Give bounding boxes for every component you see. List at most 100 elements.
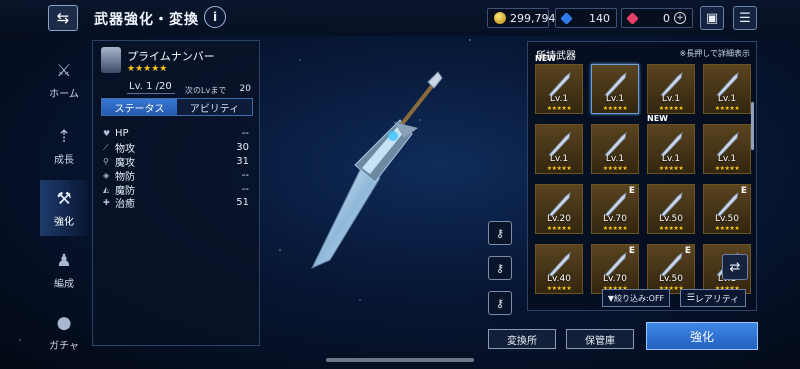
- weapon-level: Lv.1: [605, 154, 625, 164]
- crystal-value: 140: [589, 11, 610, 25]
- filter-button[interactable]: ▼ 絞り込み:OFF: [602, 289, 670, 307]
- lock-icon: ⚷: [495, 296, 505, 310]
- enhance-button[interactable]: 強化: [646, 322, 758, 350]
- nav-item-party[interactable]: ♟ 編成: [40, 242, 88, 298]
- stat-row-heal: ✚ 治癒 51: [103, 196, 249, 210]
- stat-value: 30: [236, 142, 249, 154]
- party-icon: ♟: [56, 250, 72, 271]
- nav-item-gacha[interactable]: ● ガチャ: [40, 304, 88, 360]
- weapon-slot[interactable]: ELv.70★★★★★: [591, 184, 639, 234]
- weapon-slot[interactable]: E Lv.50 ★★★★★: [647, 244, 695, 294]
- stat-name: 魔攻: [115, 158, 135, 169]
- weapon-slot[interactable]: Lv.1★★★★★: [647, 64, 695, 114]
- weapon-slot[interactable]: ELv.70★★★★★: [591, 244, 639, 294]
- growth-icon: ⇡: [56, 126, 72, 147]
- gacha-icon: ●: [56, 312, 72, 333]
- weapon-level: Lv.1: [549, 94, 569, 104]
- plus-icon[interactable]: +: [674, 12, 686, 24]
- sort-label: レアリティ: [694, 294, 740, 305]
- weapon-level: Lv.50: [659, 274, 683, 284]
- briefcase-icon: ▣: [705, 10, 719, 26]
- gold-counter: 299,794: [487, 8, 556, 28]
- weapon-stars: ★★★★★: [602, 225, 628, 232]
- nav-label: 編成: [54, 278, 74, 290]
- weapon-level: Lv.1: [717, 154, 737, 164]
- weapon-slot[interactable]: Lv.1★★★★★: [591, 124, 639, 174]
- weapon-stars: ★★★★★: [546, 225, 572, 232]
- lock-icon: ⚷: [495, 226, 505, 240]
- gem-counter[interactable]: 0 +: [621, 8, 693, 28]
- weapon-level: Lv.1: [661, 94, 681, 104]
- weapon-slot[interactable]: Lv.1★★★★★: [535, 124, 583, 174]
- equipped-badge: E: [628, 186, 635, 196]
- weapon-slot[interactable]: Lv.1★★★★★: [703, 124, 751, 174]
- weapon-slot[interactable]: Lv.40 ★★★★★: [535, 244, 583, 294]
- weapon-stars: ★★★★★: [714, 225, 740, 232]
- stat-row-mag-atk: ⚲ 魔攻 31: [103, 155, 249, 169]
- hamburger-icon: ☰: [739, 10, 751, 26]
- weapon-slot[interactable]: Lv.1★★★★★: [591, 64, 639, 114]
- gold-value: 299,794: [510, 11, 556, 25]
- equipped-badge: E: [628, 246, 635, 256]
- stat-list: ♥ HP -- ⟋ 物攻 30 ⚲ 魔攻 31 ◈ 物防 -- ◭ 魔防 -- …: [103, 127, 249, 210]
- stat-row-phys-atk: ⟋ 物攻 30: [103, 141, 249, 155]
- inventory-scrollbar[interactable]: [751, 102, 754, 150]
- swap-arrows-icon: ⇄: [729, 259, 741, 275]
- filter-label: 絞り込み:OFF: [613, 293, 665, 303]
- nav-label: ガチャ: [49, 340, 79, 352]
- stat-value: --: [241, 169, 249, 181]
- lock-button[interactable]: ⚷: [488, 221, 512, 245]
- info-button[interactable]: i: [204, 6, 226, 28]
- weapon-slot[interactable]: Lv.50 ★★★★★: [647, 184, 695, 234]
- stat-value: --: [241, 183, 249, 195]
- lock-button[interactable]: ⚷: [488, 291, 512, 315]
- weapon-level: Lv.1: [717, 94, 737, 104]
- weapon-stars: ★★★★★: [602, 165, 628, 172]
- tab-status[interactable]: ステータス: [102, 99, 177, 115]
- tab-ability[interactable]: アビリティ: [177, 99, 252, 115]
- lock-icon: ⚷: [495, 261, 505, 275]
- storage-button[interactable]: 保管庫: [566, 329, 634, 349]
- weapon-slot[interactable]: NEW Lv.1 ★★★★★: [535, 54, 583, 114]
- nav-item-home[interactable]: ⚔ ホーム: [40, 52, 88, 108]
- weapon-stars: ★★★★★: [546, 105, 572, 112]
- enhance-icon: ⚒: [56, 188, 72, 209]
- weapon-level: Lv.20: [547, 214, 571, 224]
- level-text: Lv. 1 /20: [129, 81, 172, 92]
- weapon-stars: ★★★★★: [714, 165, 740, 172]
- crystal-counter: 140: [555, 8, 617, 28]
- item-bag-button[interactable]: ▣: [700, 6, 724, 30]
- gem-value: 0: [663, 11, 670, 25]
- stat-value: 31: [236, 155, 249, 167]
- weapon-stars: ★★★★★: [546, 285, 572, 292]
- next-level-label: 次のLvまで: [185, 86, 227, 95]
- sword-icon: ⟋: [103, 142, 109, 152]
- back-button[interactable]: ⇆: [48, 5, 78, 31]
- stat-row-phys-def: ◈ 物防 --: [103, 168, 249, 183]
- crystal-icon: [560, 11, 573, 25]
- sort-rarity-button[interactable]: ☰ レアリティ: [680, 289, 746, 307]
- nav-label: 強化: [54, 216, 74, 228]
- nav-item-growth[interactable]: ⇡ 成長: [40, 118, 88, 174]
- level-underline: [127, 93, 175, 94]
- heal-icon: ✚: [103, 198, 110, 208]
- weapon-slot[interactable]: E Lv.50 ★★★★★: [703, 184, 751, 234]
- rarity-stars: ★★★★★: [127, 64, 168, 74]
- weapon-level: Lv.40: [547, 274, 571, 284]
- lock-button[interactable]: ⚷: [488, 256, 512, 280]
- weapon-slot[interactable]: NEW Lv.1 ★★★★★: [647, 114, 695, 174]
- weapon-slot[interactable]: Lv.1★★★★★: [703, 64, 751, 114]
- top-bar: ⇆ 武器強化・変換 i 299,794 140 0 + ▣ ☰: [0, 0, 800, 36]
- inventory-hint: ※長押しで詳細表示: [679, 49, 750, 58]
- gold-coin-icon: [494, 12, 506, 24]
- weapon-preview-image: [310, 71, 443, 270]
- weapon-stars: ★★★★★: [602, 105, 628, 112]
- menu-button[interactable]: ☰: [733, 6, 757, 30]
- staff-icon: ⚲: [103, 156, 109, 166]
- page-title: 武器強化・変換: [94, 12, 199, 28]
- swap-button[interactable]: ⇄: [722, 254, 748, 280]
- nav-item-enhance[interactable]: ⚒ 強化: [40, 180, 88, 236]
- convert-button[interactable]: 変換所: [488, 329, 556, 349]
- home-indicator[interactable]: [326, 358, 474, 362]
- weapon-slot[interactable]: Lv.20 ★★★★★: [535, 184, 583, 234]
